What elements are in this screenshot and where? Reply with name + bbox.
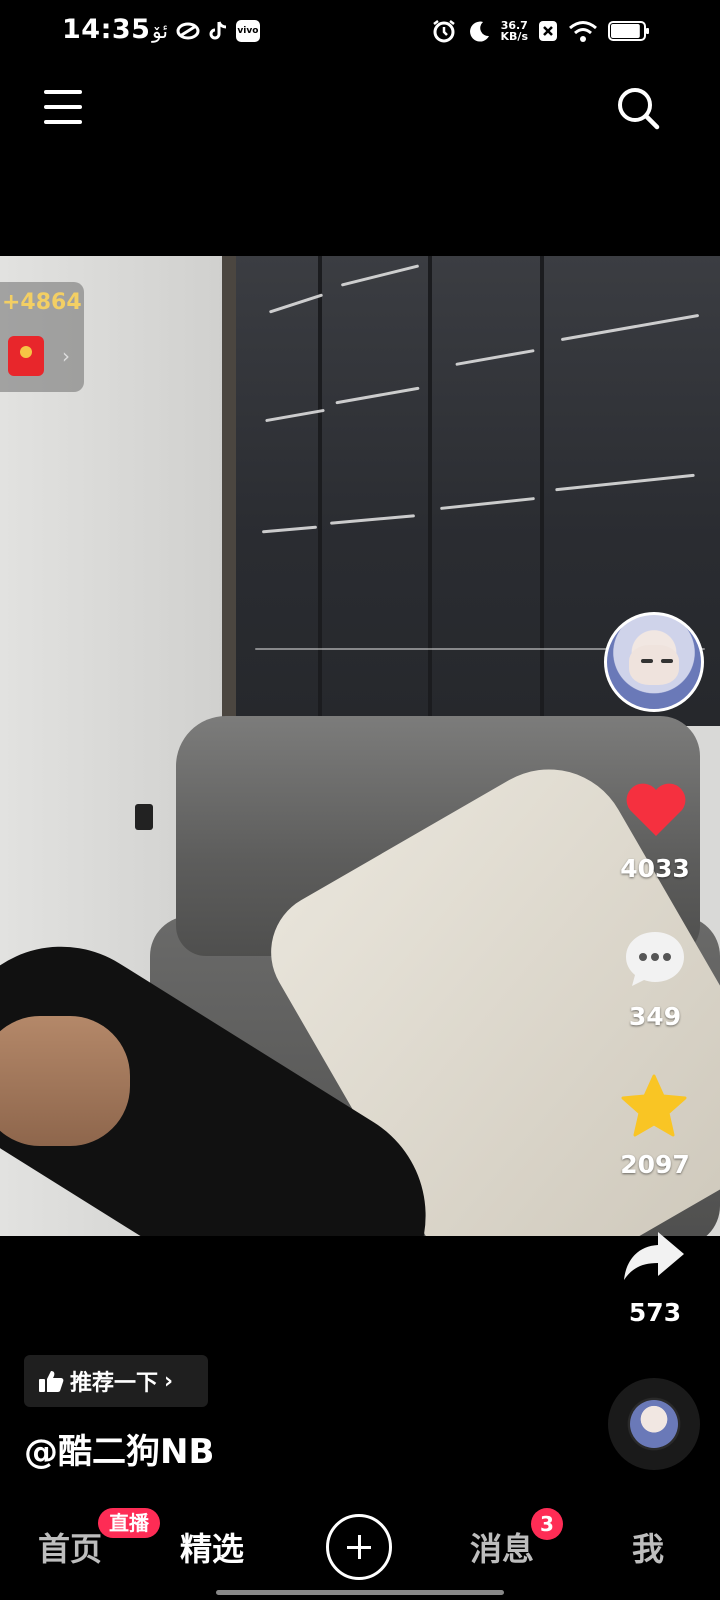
wifi-icon [569,21,597,42]
search-icon[interactable] [616,86,660,130]
notif-text: ئۆ [152,19,168,43]
author-avatar[interactable] [604,612,704,712]
reward-amount: +4864 [2,290,82,315]
music-disc[interactable] [608,1378,700,1470]
comment-count: 349 [628,1002,682,1031]
star-icon[interactable] [620,1074,688,1138]
live-badge: 直播 [98,1508,160,1538]
chevron-right-icon: › [62,344,70,368]
notification-icons: ئۆ vivo [152,18,260,44]
app-notif-icon [176,22,200,40]
recommend-label: 推荐一下 [70,1371,159,1396]
moon-icon [469,21,489,42]
status-time: 14:35 [62,14,151,45]
share-icon[interactable] [620,1228,688,1284]
home-indicator[interactable] [216,1590,504,1595]
heart-icon[interactable] [624,780,688,838]
red-envelope-icon [8,336,44,376]
hamburger-menu-icon[interactable] [44,88,82,126]
network-speed: 36.7 KB/s [500,19,528,43]
comment-icon[interactable] [622,928,688,990]
recommend-button[interactable]: 推荐一下 › [24,1355,208,1407]
nav-home[interactable]: 首页 [38,1524,102,1570]
video-player[interactable] [0,256,720,1236]
music-cover-avatar [630,1400,678,1448]
nav-me[interactable]: 我 [632,1524,664,1570]
tiktok-icon [209,21,226,40]
alarm-icon [432,20,455,43]
messages-badge: 3 [531,1508,563,1540]
close-box-icon [539,21,557,41]
nav-featured[interactable]: 精选 [180,1524,244,1570]
create-plus-button[interactable] [326,1514,392,1580]
battery-icon [608,21,649,41]
thumbs-up-icon [39,1371,64,1392]
nav-messages[interactable]: 消息 [470,1524,534,1570]
status-indicators: 36.7 KB/s [431,16,650,46]
author-username[interactable]: @酷二狗NB [24,1424,214,1473]
vivo-icon: vivo [235,20,260,42]
share-count: 573 [628,1298,682,1327]
favorite-count: 2097 [620,1150,690,1179]
like-count: 4033 [620,854,690,883]
chevron-right-icon: › [164,1368,174,1394]
